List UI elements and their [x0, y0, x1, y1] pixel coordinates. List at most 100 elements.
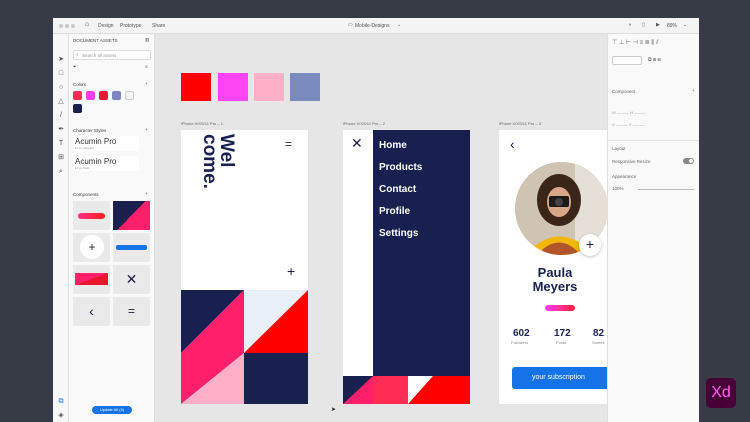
artboard-2-label[interactable]: iPhone X/XS/11 Pro – 2	[343, 121, 385, 126]
tab-share[interactable]: Share	[152, 23, 165, 29]
color-swatch[interactable]	[112, 91, 121, 100]
add-style-icon[interactable]: +	[145, 127, 148, 132]
opacity-value[interactable]: 100%	[612, 186, 624, 191]
library-icon[interactable]: ▥	[145, 37, 149, 43]
chevron-down-icon[interactable]: ⌄	[397, 22, 401, 28]
device-preview-icon[interactable]: ▯	[642, 22, 645, 28]
text-tool-icon[interactable]: T	[57, 140, 65, 148]
assets-icon[interactable]: ⧉	[57, 398, 65, 406]
component-icons[interactable]: ⧉ ⊞ ⊟	[648, 57, 661, 63]
canvas-swatch-pink[interactable]	[254, 73, 284, 101]
minimize-window-button[interactable]	[65, 24, 69, 28]
add-icon[interactable]: +	[287, 263, 295, 279]
search-input[interactable]: Search all assets ⌕	[73, 50, 151, 60]
menu-item-settings[interactable]: Settings	[379, 228, 418, 239]
back-chevron-icon[interactable]: ‹	[73, 297, 110, 326]
color-swatch[interactable]	[73, 104, 82, 113]
menu-item-profile[interactable]: Profile	[379, 206, 410, 217]
geometric-tile	[113, 201, 150, 230]
component-thumb[interactable]	[113, 201, 150, 230]
opacity-slider[interactable]	[638, 189, 694, 190]
artboard-tool-icon[interactable]: ⊞	[57, 154, 65, 162]
stat-stories-value: 82	[593, 328, 605, 339]
color-swatch[interactable]	[73, 91, 82, 100]
add-state-icon[interactable]: +	[692, 88, 695, 93]
canvas-swatch-red[interactable]	[181, 73, 211, 101]
hamburger-icon[interactable]: =	[285, 137, 292, 151]
character-style-item[interactable]: Acumin Pro 14 pt, Bold	[73, 156, 139, 171]
list-view-icon[interactable]: ≡	[145, 64, 148, 69]
line-tool-icon[interactable]: /	[57, 112, 65, 120]
cloud-icon[interactable]: ◑	[628, 22, 631, 28]
stat-posts-label: Posts	[556, 340, 567, 345]
artboard-welcome[interactable]: Wel come. = +	[181, 130, 308, 404]
component-thumb[interactable]	[73, 265, 110, 294]
close-window-button[interactable]	[59, 24, 63, 28]
search-icon: ⌕	[76, 52, 79, 57]
property-inspector: ⊤ ⊥ ⊢ ⊣ ≡ ≣ ⫼ ⫽ ⧉ ⊞ ⊟ Component + W ——— …	[607, 34, 699, 422]
component-thumb[interactable]	[73, 201, 110, 230]
filter-icon[interactable]: ⏷	[73, 64, 77, 69]
profile-first-name: Paula	[537, 265, 573, 280]
add-color-icon[interactable]: +	[145, 81, 148, 86]
artboard-3-label[interactable]: iPhone X/XS/11 Pro – 3	[499, 121, 541, 126]
tab-design[interactable]: Design	[98, 23, 114, 29]
components-section-label[interactable]: Components	[73, 192, 99, 197]
polygon-tool-icon[interactable]: △	[57, 98, 65, 106]
document-title[interactable]: Mobile-Designs	[355, 23, 389, 29]
position-fields[interactable]: X ——— Y ———	[612, 122, 645, 127]
close-icon[interactable]: ✕	[351, 135, 363, 152]
zoom-tool-icon[interactable]: ⌕	[57, 168, 65, 176]
pen-tool-icon[interactable]: ✒	[57, 126, 65, 134]
menu-item-contact[interactable]: Contact	[379, 184, 416, 195]
stat-followers-label: Followers	[511, 340, 529, 345]
welcome-line-2: come.	[199, 134, 220, 189]
home-icon[interactable]: ⌂	[85, 21, 89, 28]
xd-window: ⌂ Design Prototype Share ▭ Mobile-Design…	[53, 18, 699, 422]
maximize-window-button[interactable]	[71, 24, 75, 28]
tab-prototype[interactable]: Prototype	[120, 23, 141, 29]
component-thumb[interactable]: +	[73, 233, 110, 262]
layout-label: Layout	[612, 146, 626, 151]
welcome-line-1: Wel	[216, 134, 237, 168]
play-icon[interactable]: ▶	[656, 22, 660, 28]
design-canvas[interactable]: iPhone X/XS/11 Pro – 1 iPhone X/XS/11 Pr…	[155, 34, 607, 422]
artboard-1-label[interactable]: iPhone X/XS/11 Pro – 1	[181, 121, 223, 126]
menu-footer-pattern	[343, 376, 470, 404]
zoom-chevron-icon[interactable]: ⌄	[683, 22, 687, 28]
artboard-menu[interactable]: ✕ Home Products Contact Profile Settings	[343, 130, 470, 404]
rectangle-tool-icon[interactable]: □	[57, 70, 65, 78]
component-thumb[interactable]	[113, 233, 150, 262]
size-fields[interactable]: W ——— H ———	[612, 110, 646, 115]
character-style-item[interactable]: Acumin Pro 12 pt, Regular	[73, 136, 139, 151]
subscription-button[interactable]: your subscription	[512, 367, 607, 389]
follow-pill[interactable]	[545, 305, 575, 311]
artboard-profile[interactable]: ‹ + Paula Meyers 602 Followers 172 Posts…	[499, 130, 607, 404]
ellipse-tool-icon[interactable]: ○	[57, 84, 65, 92]
colors-section-label[interactable]: Colors	[73, 82, 86, 87]
add-component-icon[interactable]: +	[145, 191, 148, 196]
menu-item-products[interactable]: Products	[379, 162, 422, 173]
toggle-knob	[689, 159, 693, 163]
geometric-pattern	[181, 290, 308, 404]
color-swatch[interactable]	[125, 91, 134, 100]
layers-icon[interactable]: ◈	[57, 412, 65, 420]
zoom-level[interactable]: 89%	[667, 23, 677, 29]
menu-item-home[interactable]: Home	[379, 140, 407, 151]
canvas-swatch-periwinkle[interactable]	[290, 73, 320, 101]
gradient-pill	[78, 213, 105, 219]
add-photo-button[interactable]: +	[579, 234, 601, 256]
component-state-select[interactable]	[612, 56, 642, 65]
character-styles-label[interactable]: Character Styles	[73, 128, 106, 133]
back-icon[interactable]: ‹	[510, 136, 515, 152]
color-swatch[interactable]	[99, 91, 108, 100]
align-icons[interactable]: ⊤ ⊥ ⊢ ⊣ ≡ ≣ ⫼ ⫽	[612, 39, 659, 47]
canvas-swatch-magenta[interactable]	[218, 73, 248, 101]
color-swatch[interactable]	[86, 91, 95, 100]
responsive-resize-toggle[interactable]	[683, 158, 694, 164]
menu-equals-icon[interactable]: =	[113, 297, 150, 326]
close-x-icon[interactable]: ✕	[113, 265, 150, 294]
select-tool-icon[interactable]: ➤	[57, 56, 65, 64]
update-all-button[interactable]: Update All (4)	[92, 406, 132, 414]
font-meta: 12 pt, Regular	[75, 146, 94, 150]
